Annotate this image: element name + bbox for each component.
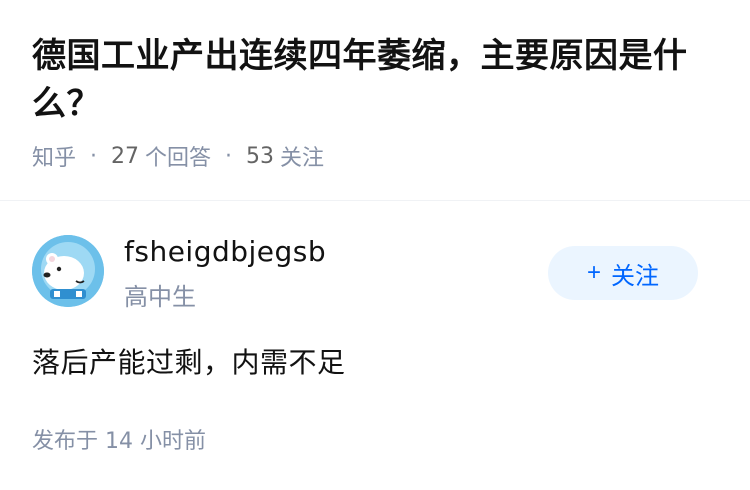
follow-count: 53 [246,143,275,169]
follow-button-label: 关注 [611,262,659,290]
answer-count-label: 个回答 [145,146,212,171]
answer-content[interactable]: 落后产能过剩，内需不足 [32,341,346,381]
follow-button[interactable]: + 关注 [548,246,698,300]
plus-icon: + [586,259,601,286]
follow-count-label: 关注 [280,146,325,171]
separator-dot: · [225,143,233,169]
polar-bear-avatar-icon[interactable] [32,235,104,307]
author-name[interactable]: fsheigdbjegsb [124,235,326,268]
question-header: 德国工业产出连续四年萎缩，主要原因是什么？ 知乎 · 27 个回答 · 53 关… [0,0,750,172]
author-headline: 高中生 [124,283,196,311]
question-title[interactable]: 德国工业产出连续四年萎缩，主要原因是什么？ [32,32,718,128]
answer-count: 27 [111,143,140,169]
answer-card: fsheigdbjegsb 高中生 + 关注 落后产能过剩，内需不足 发布于 1… [0,201,750,454]
author-row: fsheigdbjegsb 高中生 + 关注 [0,201,750,311]
source-label: 知乎 [32,146,77,171]
publish-time: 发布于 14 小时前 [32,429,206,454]
separator-dot: · [90,143,98,169]
question-meta: 知乎 · 27 个回答 · 53 关注 [32,140,718,172]
